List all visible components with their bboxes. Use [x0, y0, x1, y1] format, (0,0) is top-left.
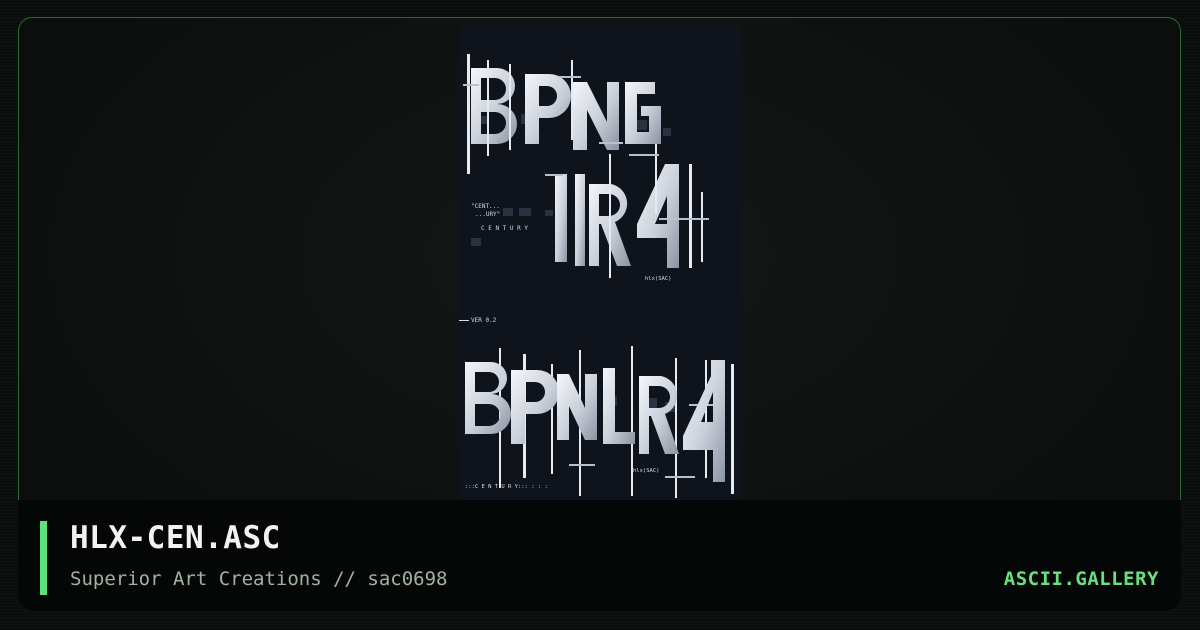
accent-bar	[40, 521, 47, 595]
label-hlx-bottom: hlx(SAC)	[633, 468, 660, 474]
logo-top-row	[471, 68, 661, 150]
label-century: C E N T U R Y	[481, 225, 528, 232]
site-brand[interactable]: ASCII.GALLERY	[1004, 568, 1159, 590]
label-version: VER 0.2	[471, 317, 497, 324]
caption-bar: HLX-CEN.ASC Superior Art Creations // sa…	[18, 500, 1181, 611]
label-hlx-top: hlx(SAC)	[645, 276, 672, 282]
label-ury: ...URY"	[475, 211, 500, 218]
artwork-credit: Superior Art Creations // sac0698	[70, 568, 448, 590]
logo-bottom-row	[465, 360, 725, 482]
artwork-title: HLX-CEN.ASC	[70, 520, 281, 556]
logo-middle-row	[555, 164, 679, 268]
ascii-artwork[interactable]: "CENT... ...URY" C E N T U R Y hlx(SAC) …	[459, 24, 742, 500]
version-rule	[459, 320, 469, 321]
ascii-artwork-canvas: "CENT... ...URY" C E N T U R Y hlx(SAC) …	[459, 54, 734, 498]
label-cent: "CENT...	[471, 203, 500, 210]
label-century-bottom: :::C E N T U R Y::: : : :	[465, 484, 548, 490]
